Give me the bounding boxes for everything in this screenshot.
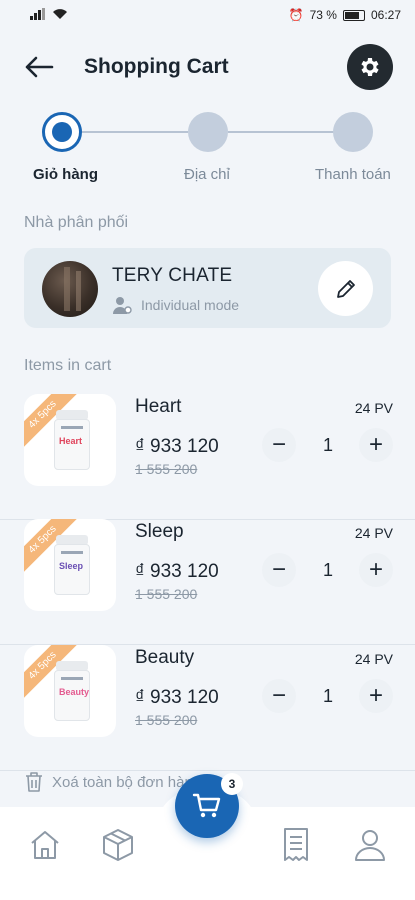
items-section-label: Items in cart [24,357,112,374]
step-cart-dot[interactable] [42,112,82,152]
status-bar: ⏰ 73 % 06:27 [0,0,415,30]
item-name: Sleep [135,521,184,542]
edit-distributor-button[interactable] [318,261,373,316]
step-address-label: Địa chỉ [184,166,230,183]
step-payment-label: Thanh toán [315,166,391,183]
back-button[interactable] [24,52,58,82]
product-jar: Beauty [54,661,90,721]
pencil-icon [336,279,355,298]
distributor-mode: Individual mode [112,295,239,315]
checkout-stepper: Giỏ hàng Địa chỉ Thanh toán [0,110,415,190]
product-image: 4x 5pcs Heart [24,394,116,486]
avatar [42,261,98,317]
nav-home[interactable] [27,827,63,863]
distributor-section-label: Nhà phân phối [24,214,129,231]
step-address-dot[interactable] [188,112,228,152]
clear-cart-button[interactable]: Xoá toàn bộ đơn hàng [24,771,201,793]
item-old-price: 1 555 200 [135,461,198,477]
product-jar: Sleep [54,535,90,595]
increase-qty-button[interactable]: + [359,428,393,462]
nav-products[interactable] [100,827,136,863]
item-qty: 1 [322,686,333,706]
item-name: Beauty [135,647,195,668]
header: Shopping Cart [0,44,415,90]
distributor-mode-label: Individual mode [141,297,240,313]
item-pv: 24 PV [354,525,393,541]
nav-profile[interactable] [352,827,388,863]
increase-qty-button[interactable]: + [359,553,393,587]
cart-item: 4x 5pcs Heart Heart 24 PV ₫ 933 120 1 55… [0,394,415,520]
step-connector [228,131,334,133]
cart-item: 4x 5pcs Sleep Sleep 24 PV ₫ 933 120 1 55… [0,519,415,645]
item-pv: 24 PV [354,651,393,667]
product-jar: Heart [54,410,90,470]
signal-icon [30,7,46,23]
decrease-qty-button[interactable]: − [262,553,296,587]
cart-item: 4x 5pcs Beauty Beauty 24 PV ₫ 933 120 1 … [0,645,415,771]
item-old-price: 1 555 200 [135,712,198,728]
page-title: Shopping Cart [84,55,229,78]
item-qty: 1 [322,560,333,580]
battery-icon [342,9,365,21]
item-pv: 24 PV [354,400,393,416]
distributor-card: TERY CHATE Individual mode [24,248,391,328]
step-cart-label: Giỏ hàng [33,166,98,183]
item-name: Heart [135,396,182,417]
item-price: ₫ 933 120 [135,561,219,582]
distributor-name: TERY CHATE [112,265,233,286]
user-mode-icon [113,297,132,314]
decrease-qty-button[interactable]: − [262,679,296,713]
battery-percent: 73 % [309,8,337,22]
arrow-left-icon [25,56,54,78]
settings-button[interactable] [347,44,393,90]
cart-icon [192,793,221,818]
product-image: 4x 5pcs Sleep [24,519,116,611]
clock: 06:27 [370,8,401,22]
alarm-icon: ⏰ [288,8,304,22]
increase-qty-button[interactable]: + [359,679,393,713]
home-icon [31,831,59,859]
decrease-qty-button[interactable]: − [262,428,296,462]
box-icon [103,829,133,861]
item-price: ₫ 933 120 [135,687,219,708]
item-qty: 1 [322,435,333,455]
nav-orders[interactable] [278,827,314,863]
user-icon [355,830,385,861]
clear-cart-label: Xoá toàn bộ đơn hàng [52,773,202,791]
wifi-icon [52,8,68,23]
product-image: 4x 5pcs Beauty [24,645,116,737]
trash-icon [26,772,42,792]
cart-count-badge: 3 [221,773,243,795]
receipt-icon [284,828,308,861]
gear-icon [361,58,379,76]
item-old-price: 1 555 200 [135,586,198,602]
step-connector [82,131,188,133]
step-payment-dot[interactable] [333,112,373,152]
item-price: ₫ 933 120 [135,436,219,457]
